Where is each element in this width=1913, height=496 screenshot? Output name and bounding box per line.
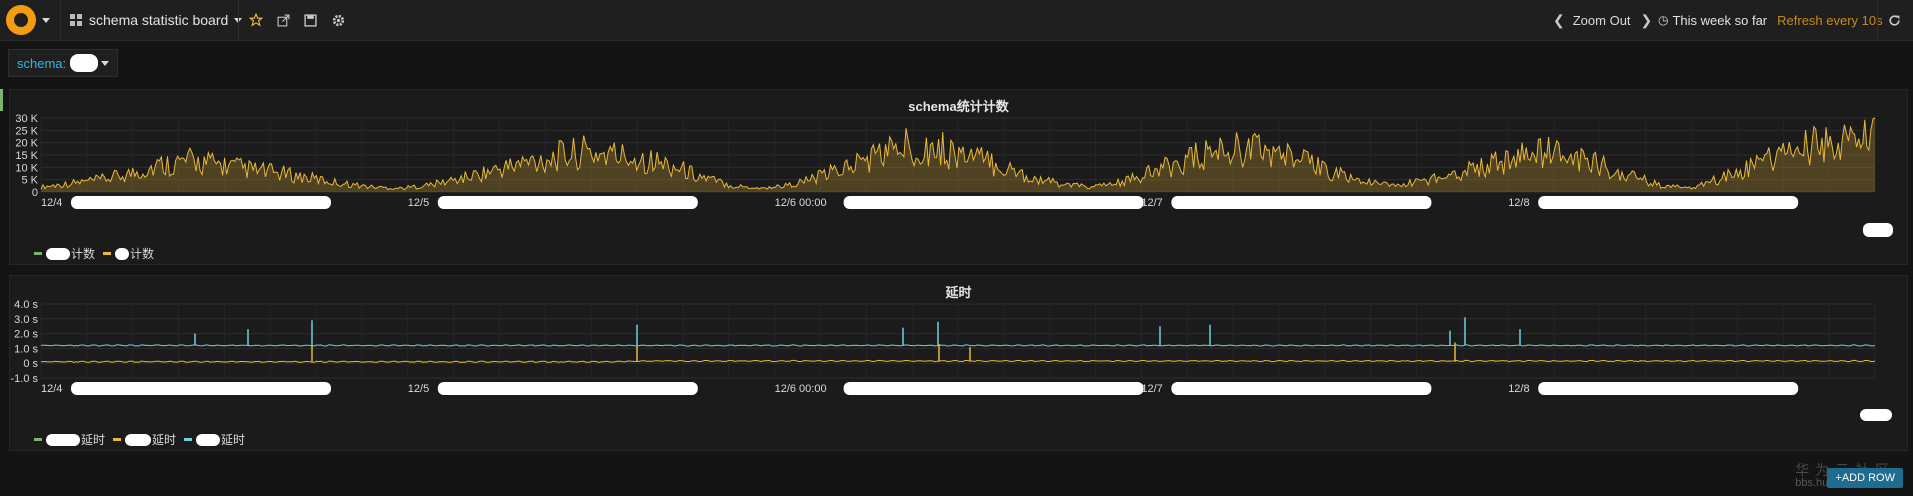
- x-tick-label: 12/6 00:00: [775, 197, 827, 209]
- divider: [60, 0, 61, 40]
- add-row-button[interactable]: +ADD ROW: [1827, 468, 1903, 488]
- chevron-right-icon[interactable]: ❯: [1641, 12, 1653, 29]
- x-tick-label: 12/5: [408, 197, 429, 209]
- refresh-icon[interactable]: [1888, 0, 1901, 40]
- y-tick-label: 25 K: [15, 125, 38, 137]
- legend: 计数 计数: [34, 245, 162, 262]
- variable-label: schema:: [17, 55, 67, 71]
- y-tick-label: 15 K: [15, 150, 38, 162]
- top-navbar: schema statistic board ❮ Zoom Out ❯ ◷ Th…: [0, 0, 1913, 41]
- dashboard-picker[interactable]: schema statistic board: [70, 0, 243, 40]
- zoom-out-button[interactable]: Zoom Out: [1573, 13, 1631, 28]
- y-tick-label: -1.0 s: [10, 373, 38, 385]
- time-range-label: This week so far: [1672, 12, 1768, 28]
- template-variable-schema[interactable]: schema:: [8, 49, 119, 77]
- redaction-mark: [1538, 382, 1799, 395]
- legend-item[interactable]: 计数: [34, 245, 95, 262]
- redaction-mark: [46, 247, 70, 260]
- redaction-mark: [1860, 409, 1892, 421]
- redaction-mark: [71, 196, 331, 209]
- redaction-mark: [1171, 382, 1432, 395]
- legend-label: 计数: [130, 247, 155, 261]
- y-tick-label: 5 K: [21, 175, 38, 187]
- x-tick-label: 12/8: [1508, 383, 1529, 395]
- redaction-mark: [1538, 196, 1799, 209]
- grafana-logo-icon: [6, 5, 36, 35]
- legend: 延时 延时 延时: [34, 431, 253, 448]
- panel-latency: 延时 -1.0 s 0 s 1.0 s 2.0 s 3.0 s 4.0 s 12/4 12/5…: [9, 275, 1908, 451]
- y-tick-label: 0: [32, 187, 38, 199]
- legend-swatch: [34, 252, 42, 255]
- save-icon[interactable]: [304, 0, 317, 40]
- variable-value-redacted: [70, 54, 99, 72]
- x-tick-label: 12/8: [1508, 197, 1529, 209]
- share-icon[interactable]: [277, 0, 290, 40]
- y-tick-label: 3.0 s: [14, 314, 38, 326]
- y-tick-label: 10 K: [15, 162, 38, 174]
- row-collapse-handle[interactable]: [0, 89, 3, 111]
- area-chart-schema-count: 05 K10 K15 K20 K25 K30 K 12/4 12/5 12/6 00:…: [15, 114, 1876, 209]
- redaction-mark: [843, 196, 1144, 209]
- chevron-down-icon: [42, 17, 50, 23]
- y-tick-label: 0 s: [23, 358, 38, 370]
- redaction-mark: [437, 196, 698, 209]
- legend-swatch: [113, 438, 122, 441]
- grafana-menu-button[interactable]: [6, 0, 56, 40]
- redaction-mark: [71, 382, 331, 395]
- x-tick-label: 12/5: [408, 383, 429, 395]
- clock-icon: ◷: [1658, 13, 1669, 27]
- chevron-left-icon[interactable]: ❮: [1553, 12, 1565, 29]
- dashboard-grid-icon: [70, 14, 82, 26]
- redaction-mark: [196, 433, 221, 446]
- legend-swatch: [34, 438, 42, 441]
- legend-item[interactable]: 延时: [113, 431, 176, 448]
- line-chart-latency: -1.0 s 0 s 1.0 s 2.0 s 3.0 s 4.0 s 12/4 12/5 12/…: [10, 300, 1876, 395]
- y-tick-label: 20 K: [15, 138, 38, 150]
- legend-item[interactable]: 延时: [34, 431, 105, 448]
- panel-title[interactable]: 延时: [10, 282, 1907, 301]
- legend-label: 延时: [221, 433, 246, 447]
- star-icon[interactable]: [249, 0, 263, 40]
- x-tick-label: 12/7: [1141, 383, 1162, 395]
- y-tick-label: 1.0 s: [14, 343, 38, 355]
- redaction-mark: [843, 382, 1144, 395]
- redaction-mark: [1863, 223, 1893, 237]
- time-picker[interactable]: ◷ This week so far Refresh every 10s: [1658, 0, 1883, 40]
- legend-label: 延时: [152, 433, 177, 447]
- legend-label: 延时: [81, 433, 106, 447]
- divider: [238, 0, 239, 40]
- y-tick-label: 2.0 s: [14, 329, 38, 341]
- redaction-mark: [46, 433, 80, 446]
- redaction-mark: [437, 382, 698, 395]
- redaction-mark: [115, 247, 130, 260]
- legend-label: 计数: [71, 247, 96, 261]
- legend-item[interactable]: 计数: [103, 245, 154, 262]
- gear-icon[interactable]: [332, 0, 345, 40]
- x-tick-label: 12/6 00:00: [775, 383, 827, 395]
- y-tick-label: 30 K: [15, 114, 38, 125]
- legend-swatch: [103, 252, 112, 255]
- y-tick-label: 4.0 s: [14, 300, 38, 311]
- x-tick-label: 12/4: [41, 197, 62, 209]
- refresh-interval-label: Refresh every 10s: [1777, 12, 1883, 28]
- dashboard-title: schema statistic board: [89, 12, 229, 28]
- zoom-controls: ❮ Zoom Out ❯: [1553, 0, 1652, 40]
- x-tick-label: 12/4: [41, 383, 62, 395]
- x-tick-label: 12/7: [1141, 197, 1162, 209]
- panel-title[interactable]: schema统计计数: [10, 96, 1907, 115]
- chevron-down-icon: [101, 60, 110, 66]
- redaction-mark: [125, 433, 152, 446]
- panel-schema-count: schema统计计数 05 K 10 K 15 K 20 K 25 K 30 K 12/4 1…: [9, 89, 1908, 265]
- legend-swatch: [184, 438, 193, 441]
- redaction-mark: [1171, 196, 1432, 209]
- divider: [1877, 0, 1878, 40]
- legend-item[interactable]: 延时: [184, 431, 245, 448]
